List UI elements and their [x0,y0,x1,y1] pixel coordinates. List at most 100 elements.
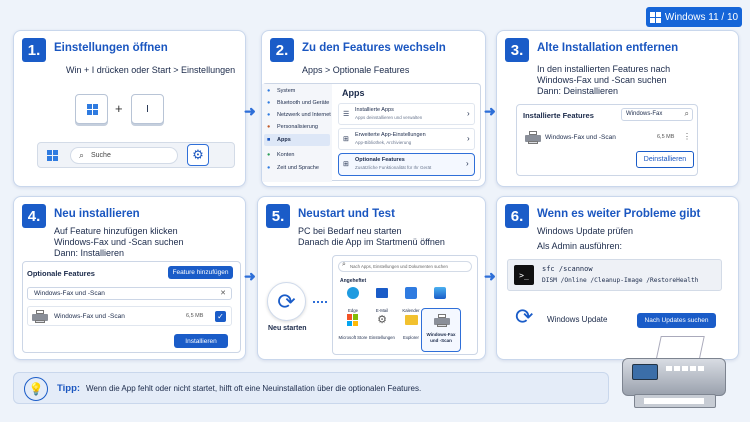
photos-icon [434,287,446,299]
app-edge[interactable]: Edge [340,287,366,317]
step-1-card: 1. Einstellungen öffnen Win + I drücken … [13,30,246,187]
search-value: Windows-Fax und -Scan [34,290,105,297]
step-title: Neustart und Test [298,208,395,220]
step-number: 2. [270,38,294,62]
pinned-label: Angeheftet [340,278,367,284]
step-text: Dann: Deinstallieren [537,86,619,96]
search-placeholder: Suche [91,152,111,159]
item-installed-apps[interactable]: ☰ Installierte Apps Apps deinstallieren … [338,103,475,125]
chevron-right-icon: › [467,134,470,143]
feature-name: Windows-Fax und -Scan [545,134,616,141]
feature-search-input[interactable]: Windows-Fax ⌕ [621,108,693,121]
badge-label: Windows 11 / 10 [664,11,739,23]
app-settings[interactable]: ⚙ Einstellungen [367,314,397,344]
windows-update-icon: ⟳ [515,304,534,329]
search-value: Windows-Fax [626,111,663,117]
step-4-card: 4. Neu installieren Auf Feature hinzufüg… [13,196,246,360]
panel-title: Installierte Features [523,111,594,120]
step-text: Auf Feature hinzufügen klicken [54,226,178,236]
tip-bar: 💡 Tipp: Wenn die App fehlt oder nicht st… [13,372,609,404]
edge-icon [347,287,359,299]
start-icon[interactable] [47,150,58,161]
add-feature-button[interactable]: Feature hinzufügen [168,266,233,279]
arrow-right-icon: ➜ [244,103,256,119]
restart-button[interactable]: ⟳ [267,282,306,321]
step-title: Einstellungen öffnen [54,42,168,54]
start-menu: ⌕ Nach Apps, Einstellungen und Dokumente… [332,255,478,355]
step-5-card: 5. Neustart und Test PC bei Bedarf neu s… [257,196,486,360]
taskbar-search[interactable]: ⌕ Suche [70,147,178,164]
item-optional-features[interactable]: ⊞ Optionale Features Zusätzliche Funktio… [338,153,475,176]
app-mail[interactable]: E-Mail [369,287,395,317]
feature-list-item[interactable]: Windows-Fax und -Scan 6,5 MB ⋮ [523,129,691,147]
panel-title: Optionale Features [27,269,95,278]
step-text: Danach die App im Startmenü öffnen [298,237,445,247]
apps-icon: ⊞ [343,136,349,143]
command-line: DISM /Online /Cleanup-Image /RestoreHeal… [542,277,699,284]
chevron-right-icon: › [467,109,470,118]
feature-size: 6,5 MB [186,313,204,319]
chevron-right-icon: › [466,159,469,168]
printer-icon [434,314,450,327]
settings-heading: Apps [342,88,365,98]
windows-logo-icon [649,11,661,23]
feature-list-item[interactable]: Windows-Fax und -Scan 6,5 MB ✓ [27,306,232,326]
feature-size: 6,5 MB [657,134,675,140]
store-icon [347,314,359,326]
printer-icon [32,310,48,323]
start-search[interactable]: ⌕ Nach Apps, Einstellungen und Dokumente… [338,261,472,272]
app-fax-scan[interactable]: Windows-Fax und -Scan [421,308,461,352]
close-icon[interactable]: ✕ [220,289,226,297]
command-line: sfc /scannow [542,265,593,273]
step-title: Zu den Features wechseln [302,42,446,54]
calendar-icon [405,287,417,299]
search-icon: ⌕ [342,261,346,268]
step-number: 4. [22,204,46,228]
install-button[interactable]: Installieren [174,334,228,348]
item-advanced-app-settings[interactable]: ⊞ Erweiterte App-Einstellungen App-Bibli… [338,128,475,150]
printer-icon [525,131,541,144]
windows-version-badge: Windows 11 / 10 [646,7,742,27]
dotted-connector [313,301,327,303]
i-key: I [131,94,164,124]
search-icon: ⌕ [684,109,689,118]
feature-search-input[interactable]: Windows-Fax und -Scan ✕ [27,287,232,300]
optional-features-panel: Optionale Features Feature hinzufügen Wi… [22,261,241,353]
step-text: Als Admin ausführen: [537,241,623,251]
gear-icon: ⚙ [192,147,204,162]
step-text: Win + I drücken oder Start > Einstellung… [66,65,236,75]
sidebar-item-apps[interactable]: ■ Apps [264,134,330,146]
installed-features-panel: Installierte Features Windows-Fax ⌕ Wind… [516,104,698,176]
taskbar: ⌕ Suche ⚙ [37,142,235,168]
folder-icon [404,315,418,325]
grid-icon: ⊞ [343,161,349,168]
command-terminal: >_ sfc /scannow DISM /Online /Cleanup-Im… [507,259,722,291]
search-icon: ⌕ [79,150,85,160]
tip-text: Wenn die App fehlt oder nicht startet, h… [86,384,422,393]
settings-sidebar: ● System ● Bluetooth und Geräte ● Netzwerk … [262,84,332,182]
uninstall-button[interactable]: Deinstallieren [636,151,694,168]
arrow-right-icon: ➜ [484,268,496,284]
step-number: 5. [266,204,290,228]
terminal-icon: >_ [514,265,534,285]
step-text: In den installierten Features nach [537,64,671,74]
step-number: 3. [505,38,529,62]
restart-icon: ⟳ [277,288,296,314]
step-text: Dann: Installieren [54,248,125,258]
fax-printer-illustration [614,336,734,416]
list-icon: ☰ [343,111,350,118]
settings-gear-button[interactable]: ⚙ [187,144,209,166]
app-store[interactable]: Microsoft Store [336,314,370,344]
tip-label: Tipp: [57,383,81,394]
feature-checkbox[interactable]: ✓ [215,311,226,322]
windows-update-label: Windows Update [547,315,608,324]
feature-name: Windows-Fax und -Scan [54,313,125,320]
step-title: Neu installieren [54,208,140,220]
windows-logo-icon [87,104,98,115]
restart-label: Neu starten [268,325,307,332]
check-updates-button[interactable]: Nach Updates suchen [637,313,716,328]
more-options-icon[interactable]: ⋮ [683,132,691,141]
arrow-right-icon: ➜ [484,103,496,119]
plus-sign: + [115,101,123,116]
step-3-card: 3. Alte Installation entfernen In den in… [496,30,739,187]
